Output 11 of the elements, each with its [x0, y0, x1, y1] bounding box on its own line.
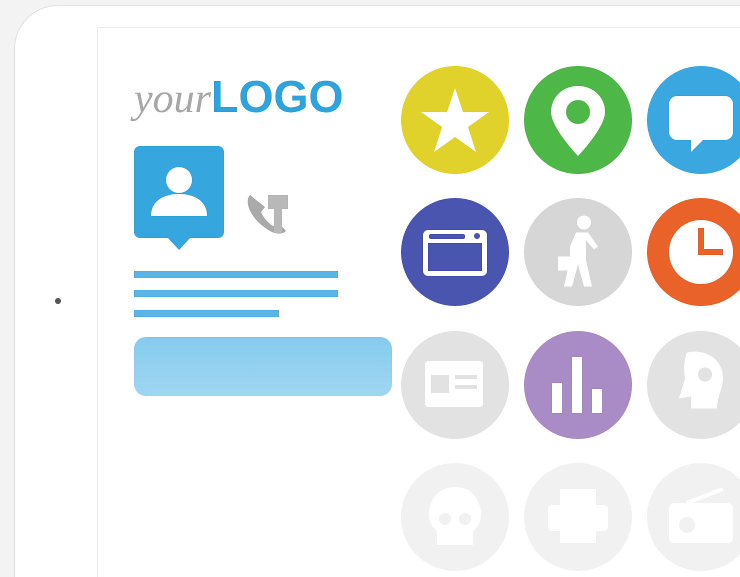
bar-chart-icon	[551, 356, 603, 414]
logo-text: LOGO	[211, 74, 344, 119]
browser-window-icon	[422, 229, 488, 278]
newspaper-icon	[424, 360, 484, 408]
action-button[interactable]	[134, 337, 392, 396]
speech-bubble-icon	[668, 95, 734, 153]
clock-icon	[668, 219, 734, 286]
star-icon	[420, 87, 490, 153]
person-with-briefcase-icon	[557, 214, 599, 288]
location-pin-icon	[550, 85, 606, 157]
contact-icon	[134, 146, 224, 251]
